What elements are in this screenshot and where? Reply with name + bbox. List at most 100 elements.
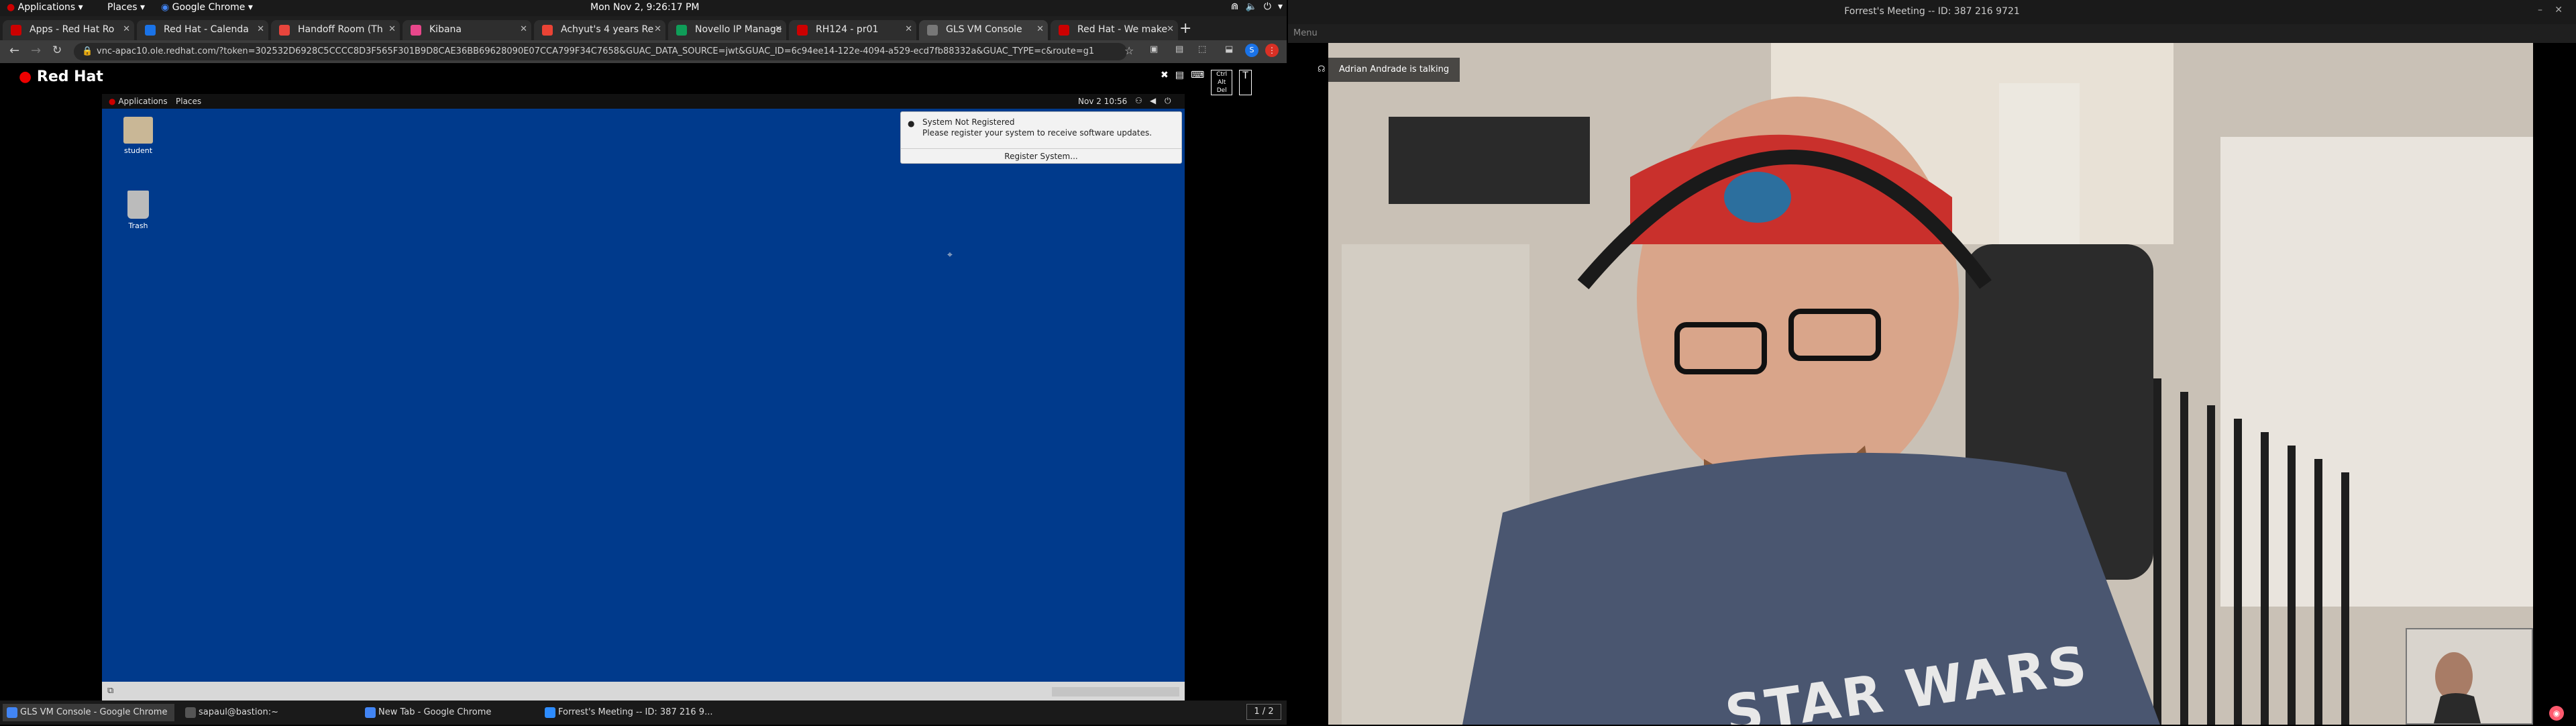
minimize-icon[interactable]: – <box>2538 5 2542 15</box>
chrome-app-label: Google Chrome <box>172 2 246 13</box>
taskbar-item[interactable]: Forrest's Meeting -- ID: 387 216 9... <box>541 704 715 721</box>
tab-label: Kibana <box>429 24 462 35</box>
extension-icon[interactable]: ▤ <box>1175 44 1183 54</box>
tab-favicon-icon <box>676 25 687 36</box>
volume-icon[interactable]: ◀ <box>1150 96 1156 105</box>
zoom-title-bar: Forrest's Meeting -- ID: 387 216 9721 – … <box>1288 0 2576 24</box>
chrome-app-menu[interactable]: ◉ Google Chrome ▾ <box>161 2 253 13</box>
clipboard-icon[interactable]: ▤ <box>1175 70 1184 95</box>
redhat-logo-text: Red Hat <box>36 68 103 85</box>
tab-label: Handoff Room (Th <box>298 24 383 35</box>
tab-favicon-icon <box>11 25 21 36</box>
tab-close-icon[interactable]: ✕ <box>775 24 782 34</box>
new-tab-button[interactable]: + <box>1179 20 1191 37</box>
profile-avatar[interactable]: S <box>1245 44 1258 57</box>
text-input-icon[interactable]: T <box>1239 70 1252 95</box>
vm-places-menu[interactable]: Places <box>176 97 201 106</box>
address-bar[interactable]: 🔒 vnc-apac10.ole.redhat.com/?token=30253… <box>74 43 1127 60</box>
fullscreen-exit-icon[interactable]: ✖ <box>1161 70 1169 95</box>
chrome-tab[interactable]: Handoff Room (Th ✕ <box>271 20 400 40</box>
tab-close-icon[interactable]: ✕ <box>905 24 912 34</box>
extension-icon[interactable]: ⬚ <box>1198 44 1206 54</box>
volume-icon[interactable]: 🔈 <box>1245 1 1256 12</box>
extension-icon[interactable]: ⬓ <box>1225 44 1233 54</box>
places-menu[interactable]: Places ▾ <box>107 2 145 13</box>
vm-clock[interactable]: Nov 2 10:56 <box>1078 97 1127 106</box>
zoom-icon <box>545 707 555 718</box>
power-icon[interactable]: ⏻ <box>1264 1 1271 12</box>
tab-close-icon[interactable]: ✕ <box>520 24 527 34</box>
zoom-menu-bar: Menu <box>1288 24 2576 43</box>
chevron-down-icon[interactable]: ▾ <box>1278 1 1283 12</box>
vm-applications-label: Applications <box>118 97 168 106</box>
chrome-tab[interactable]: Apps - Red Hat Ro ✕ <box>3 20 134 40</box>
power-icon[interactable]: ⏻ <box>1165 96 1171 106</box>
chrome-tab[interactable]: Red Hat - We make ✕ <box>1051 20 1178 40</box>
chrome-icon <box>365 707 376 718</box>
zoom-meeting-title: Forrest's Meeting -- ID: 387 216 9721 <box>1844 6 2020 17</box>
tab-favicon-icon <box>411 25 421 36</box>
self-view-scene <box>2407 629 2532 723</box>
console-toolbar: ✖ ▤ ⌨ Ctrl Alt Del T <box>1161 70 1252 95</box>
forward-icon[interactable]: → <box>31 44 41 58</box>
tab-close-icon[interactable]: ✕ <box>1036 24 1044 34</box>
mouse-cursor-icon: ⌖ <box>947 250 953 260</box>
applications-menu[interactable]: ● Applications ▾ <box>7 2 83 13</box>
workspace-pager[interactable]: 1 / 2 <box>1246 704 1281 720</box>
extension-icon[interactable]: ▣ <box>1150 44 1158 54</box>
tab-label: Red Hat - Calenda <box>164 24 249 35</box>
network-icon[interactable]: ⚇ <box>1135 96 1142 105</box>
tab-close-icon[interactable]: ✕ <box>388 24 396 34</box>
vm-applications-menu[interactable]: ● Applications <box>109 97 168 106</box>
vm-bottom-panel: ⧉ <box>102 682 1185 702</box>
notification-body: Please register your system to receive s… <box>922 128 1152 138</box>
redhat-logo[interactable]: ● Red Hat <box>19 68 103 85</box>
notification-popup[interactable]: ● System Not Registered Please register … <box>900 111 1182 164</box>
menu-icon[interactable]: ⋮ <box>1265 44 1279 57</box>
reload-icon[interactable]: ↻ <box>52 44 62 57</box>
active-speaker-video: STAR WARS <box>1328 43 2533 725</box>
tab-close-icon[interactable]: ✕ <box>654 24 661 34</box>
chrome-tab[interactable]: GLS VM Console ✕ <box>919 20 1048 40</box>
trash-icon <box>127 191 149 219</box>
keyboard-icon[interactable]: ⌨ <box>1191 70 1204 95</box>
bookmark-star-icon[interactable]: ☆ <box>1124 44 1134 57</box>
video-scene <box>1328 43 2533 725</box>
back-icon[interactable]: ← <box>9 44 19 58</box>
workspace-switcher[interactable] <box>1052 687 1179 696</box>
tab-close-icon[interactable]: ✕ <box>1167 24 1174 34</box>
taskbar-item[interactable]: sapaul@bastion:~ <box>181 704 356 721</box>
self-view-thumbnail[interactable] <box>2406 628 2533 725</box>
chrome-toolbar: ← → ↻ 🔒 vnc-apac10.ole.redhat.com/?token… <box>0 40 1287 63</box>
tab-label: RH124 - pr01 <box>816 24 879 35</box>
tab-label: Apps - Red Hat Ro <box>30 24 115 35</box>
chrome-tab[interactable]: Kibana ✕ <box>402 20 531 40</box>
tab-close-icon[interactable]: ✕ <box>123 24 130 34</box>
redhat-icon: ● <box>109 97 116 106</box>
desktop-icon-student[interactable]: student <box>111 117 165 155</box>
recording-icon[interactable]: ◉ <box>2549 706 2564 721</box>
chrome-tab[interactable]: Achyut's 4 years Re ✕ <box>534 20 665 40</box>
vm-desktop[interactable] <box>102 94 1185 702</box>
wifi-icon[interactable]: ⋒ <box>1231 1 1239 12</box>
redhat-icon: ● <box>7 2 15 13</box>
chrome-tab[interactable]: Novello IP Manage ✕ <box>668 20 786 40</box>
desktop-icon-label: Trash <box>128 221 148 230</box>
register-system-button[interactable]: Register System... <box>901 148 1181 163</box>
desktop-icon-label: student <box>123 146 153 155</box>
desktop-icon-trash[interactable]: Trash <box>111 191 165 230</box>
taskbar-item[interactable]: GLS VM Console - Google Chrome <box>3 704 174 721</box>
close-icon[interactable]: ✕ <box>2555 5 2563 15</box>
chrome-tab[interactable]: RH124 - pr01 ✕ <box>789 20 916 40</box>
taskbar-item[interactable]: New Tab - Google Chrome <box>361 704 535 721</box>
zoom-menu-button[interactable]: Menu <box>1293 28 1318 38</box>
show-desktop-icon[interactable]: ⧉ <box>107 686 113 696</box>
clock[interactable]: Mon Nov 2, 9:26:17 PM <box>590 2 700 13</box>
taskbar-label: Forrest's Meeting -- ID: 387 216 9... <box>558 707 713 717</box>
vm-top-panel: ● Applications Places Nov 2 10:56 ⚇ ◀ ⏻ <box>102 94 1185 109</box>
ctrl-alt-del-button[interactable]: Ctrl Alt Del <box>1211 70 1233 95</box>
chrome-tab[interactable]: Red Hat - Calenda ✕ <box>137 20 268 40</box>
applications-label: Applications <box>17 2 76 13</box>
tab-close-icon[interactable]: ✕ <box>257 24 264 34</box>
active-speaker-label: ☊ Adrian Andrade is talking <box>1318 58 1460 82</box>
